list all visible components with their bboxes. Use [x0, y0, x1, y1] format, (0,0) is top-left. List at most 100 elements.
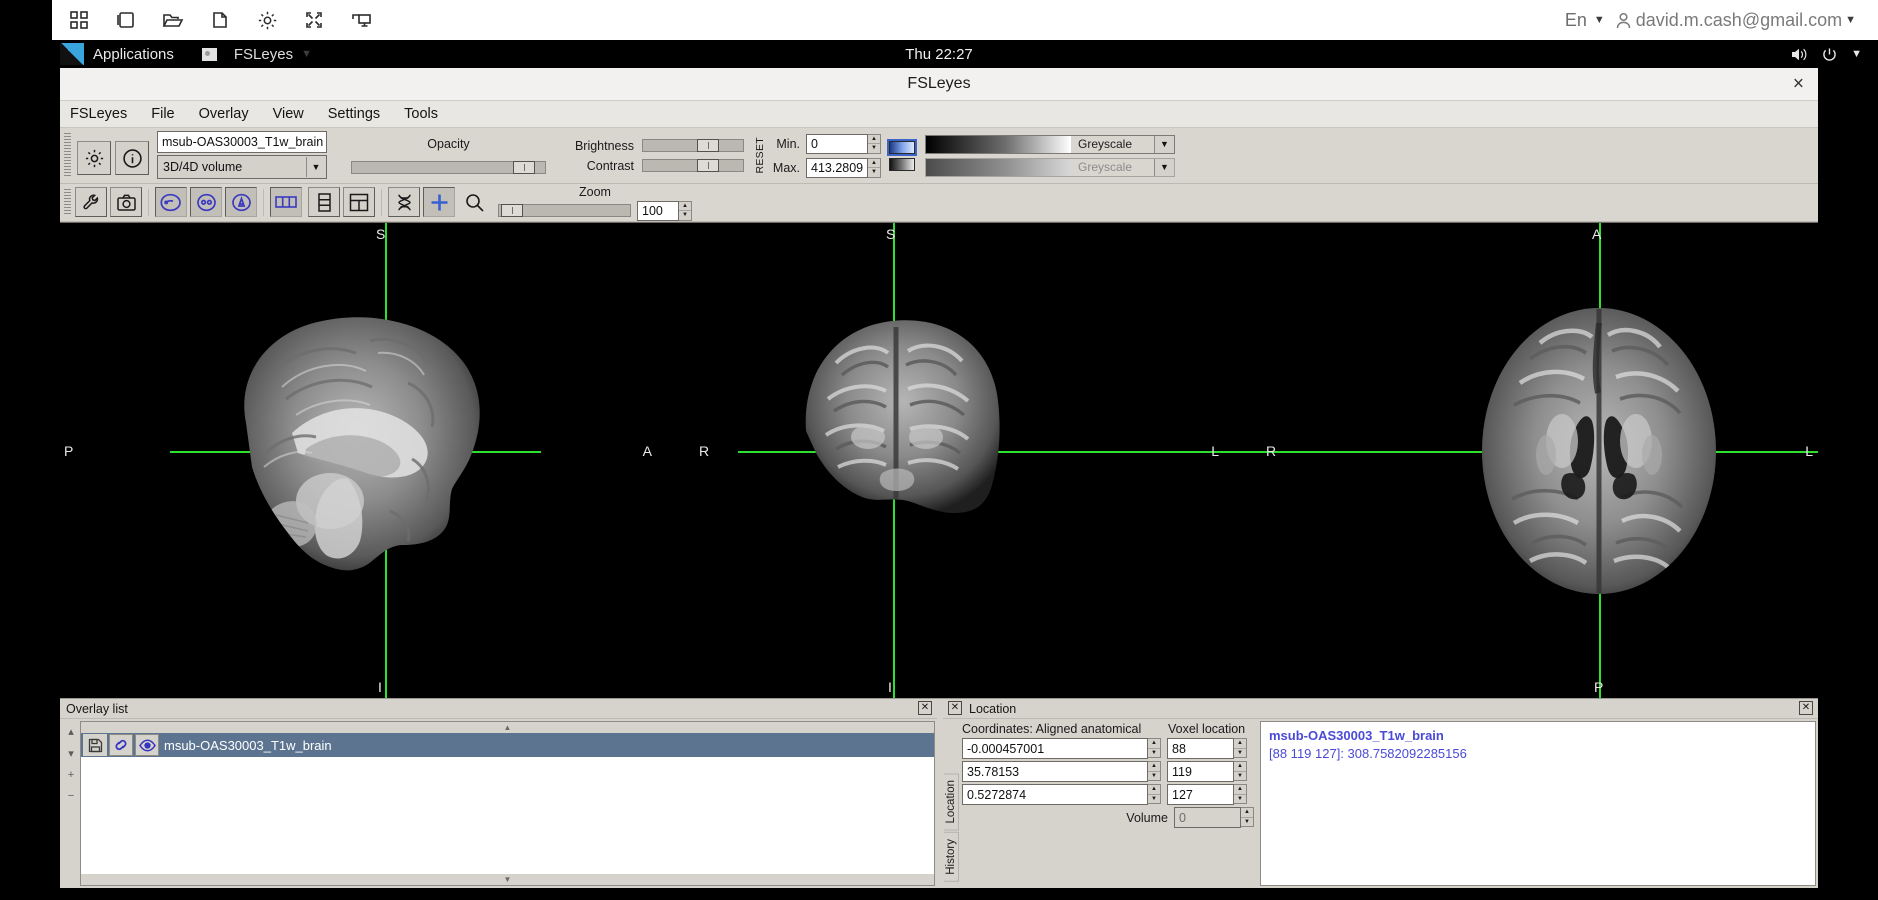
min-input[interactable]: 0: [806, 133, 868, 154]
sagittal-view[interactable]: S I P A: [60, 223, 696, 698]
grid-icon[interactable]: [66, 7, 92, 33]
tab-location[interactable]: Location: [944, 772, 959, 831]
chevron-down-icon[interactable]: ▼: [1851, 48, 1862, 60]
scroll-down-arrow[interactable]: ▼: [81, 874, 934, 885]
volume-icon[interactable]: [1791, 47, 1808, 62]
close-icon[interactable]: ✕: [948, 701, 962, 715]
zoom-icon[interactable]: [458, 187, 490, 217]
zoom-input[interactable]: 100: [637, 200, 679, 221]
coordinate-x-spinner[interactable]: ▲ ▼: [1148, 738, 1161, 758]
remove-overlay-button[interactable]: −: [68, 790, 74, 802]
layout-vertical-icon[interactable]: [308, 187, 340, 217]
coordinate-z-spinner[interactable]: ▲ ▼: [1148, 784, 1161, 804]
min-spinner[interactable]: ▲ ▼: [868, 133, 881, 154]
contrast-slider-knob[interactable]: [697, 159, 719, 172]
ortho-canvas[interactable]: S I P A S I R L A P R L: [60, 222, 1818, 698]
coordinate-y-input[interactable]: 35.78153: [962, 761, 1148, 782]
chevron-down-icon: ▼: [301, 48, 312, 60]
toggle-coronal-icon[interactable]: [190, 187, 222, 217]
account-menu[interactable]: david.m.cash@gmail.com ▼: [1614, 10, 1856, 31]
gear-icon[interactable]: [254, 7, 280, 33]
toggle-axial-icon[interactable]: [225, 187, 257, 217]
overlay-info-button[interactable]: [115, 141, 149, 175]
layout-grid-icon[interactable]: [343, 187, 375, 217]
reset-label[interactable]: RESET: [754, 137, 766, 174]
system-tray: ▼: [1791, 47, 1878, 62]
crosshair-toggle-icon[interactable]: [423, 187, 455, 217]
layout-horizontal-icon[interactable]: [270, 187, 302, 217]
brightness-contrast-group: Brightness Contrast: [568, 131, 744, 180]
language-selector[interactable]: En ▼: [1565, 10, 1605, 31]
screenshot-icon[interactable]: [110, 187, 142, 217]
panel-clock[interactable]: Thu 22:27: [905, 46, 973, 63]
voxel-x-spinner[interactable]: ▲ ▼: [1234, 738, 1247, 758]
power-icon[interactable]: [1822, 47, 1837, 62]
colourmap-swatch-selected[interactable]: [887, 138, 917, 156]
movie-mode-icon[interactable]: [388, 187, 420, 217]
colourmap-dropdown[interactable]: Greyscale ▼: [925, 134, 1175, 154]
location-row-z: 0.5272874 ▲ ▼ 127 ▲ ▼: [962, 784, 1254, 805]
link-icon[interactable]: [109, 734, 133, 756]
move-down-button[interactable]: ▾: [68, 747, 74, 760]
display-icon[interactable]: [348, 7, 374, 33]
voxel-y-spinner[interactable]: ▲ ▼: [1234, 761, 1247, 781]
menu-fsleyes[interactable]: FSLeyes: [70, 106, 127, 122]
coordinate-y-wrap: 35.78153 ▲ ▼: [962, 761, 1161, 782]
colourmap-swatch-greyscale[interactable]: [889, 157, 915, 171]
overlay-type-dropdown[interactable]: 3D/4D volume ▼: [157, 155, 327, 179]
voxel-y-input[interactable]: 119: [1167, 761, 1234, 782]
list-item[interactable]: msub-OAS30003_T1w_brain: [81, 733, 934, 757]
applications-menu[interactable]: Applications: [93, 46, 174, 63]
overlay-list[interactable]: ▲ msub-OAS30003_T1w_brain ▼: [80, 721, 935, 886]
coordinate-z-input[interactable]: 0.5272874: [962, 784, 1148, 805]
toolbar-grip[interactable]: [64, 133, 71, 178]
tab-history[interactable]: History: [944, 832, 959, 882]
bottom-panels: Overlay list ✕ ▴ ▾ + − ▲ msub-OAS30003_T…: [60, 698, 1818, 888]
voxel-z-spinner[interactable]: ▲ ▼: [1234, 784, 1247, 804]
zoom-spinner[interactable]: ▲ ▼: [679, 200, 692, 221]
opacity-slider[interactable]: [351, 161, 546, 174]
overlay-selector[interactable]: msub-OAS30003_T1w_brain 3D/4D volume ▼: [157, 131, 327, 180]
window-icon[interactable]: [113, 7, 139, 33]
move-up-button[interactable]: ▴: [68, 725, 74, 738]
zoom-slider[interactable]: [498, 204, 631, 217]
scroll-up-arrow[interactable]: ▲: [81, 722, 934, 733]
voxel-z-input[interactable]: 127: [1167, 784, 1234, 805]
save-icon[interactable]: [83, 734, 107, 756]
brightness-slider-knob[interactable]: [697, 139, 719, 152]
max-input[interactable]: 413.2809: [806, 157, 868, 178]
fullscreen-icon[interactable]: [301, 7, 327, 33]
menu-file[interactable]: File: [151, 106, 174, 122]
folder-open-icon[interactable]: [160, 7, 186, 33]
opacity-slider-knob[interactable]: [513, 161, 535, 174]
axial-view[interactable]: A P R L: [1236, 223, 1818, 698]
voxel-header: Voxel location: [1168, 722, 1246, 736]
copy-icon[interactable]: [207, 7, 233, 33]
active-application-menu[interactable]: FSLeyes ▼: [201, 46, 312, 63]
brightness-slider[interactable]: [642, 139, 744, 152]
close-icon-right[interactable]: ✕: [1799, 701, 1813, 715]
toolbar-grip[interactable]: [64, 189, 71, 216]
coronal-view[interactable]: S I R L: [696, 223, 1269, 698]
overlay-name-field[interactable]: msub-OAS30003_T1w_brain: [157, 131, 327, 153]
add-overlay-button[interactable]: +: [68, 769, 74, 781]
sagittal-brain-image: [244, 317, 480, 571]
menu-tools[interactable]: Tools: [404, 106, 438, 122]
toggle-sagittal-icon[interactable]: [155, 187, 187, 217]
coordinate-x-input[interactable]: -0.000457001: [962, 738, 1148, 759]
menu-view[interactable]: View: [273, 106, 304, 122]
menu-overlay[interactable]: Overlay: [199, 106, 249, 122]
zoom-slider-knob[interactable]: [501, 204, 523, 217]
ortho-settings-icon[interactable]: [75, 187, 107, 217]
coordinate-y-spinner[interactable]: ▲ ▼: [1148, 761, 1161, 781]
opacity-control: Opacity: [351, 131, 546, 180]
menu-settings[interactable]: Settings: [328, 106, 380, 122]
close-icon[interactable]: ×: [1793, 75, 1804, 94]
overlay-display-settings-button[interactable]: [77, 141, 111, 175]
close-icon[interactable]: ✕: [918, 701, 932, 715]
contrast-slider[interactable]: [642, 159, 744, 172]
negative-colourmap-dropdown[interactable]: Greyscale ▼: [925, 157, 1175, 177]
eye-icon[interactable]: [135, 734, 159, 756]
voxel-x-input[interactable]: 88: [1167, 738, 1234, 759]
max-spinner[interactable]: ▲ ▼: [868, 157, 881, 178]
